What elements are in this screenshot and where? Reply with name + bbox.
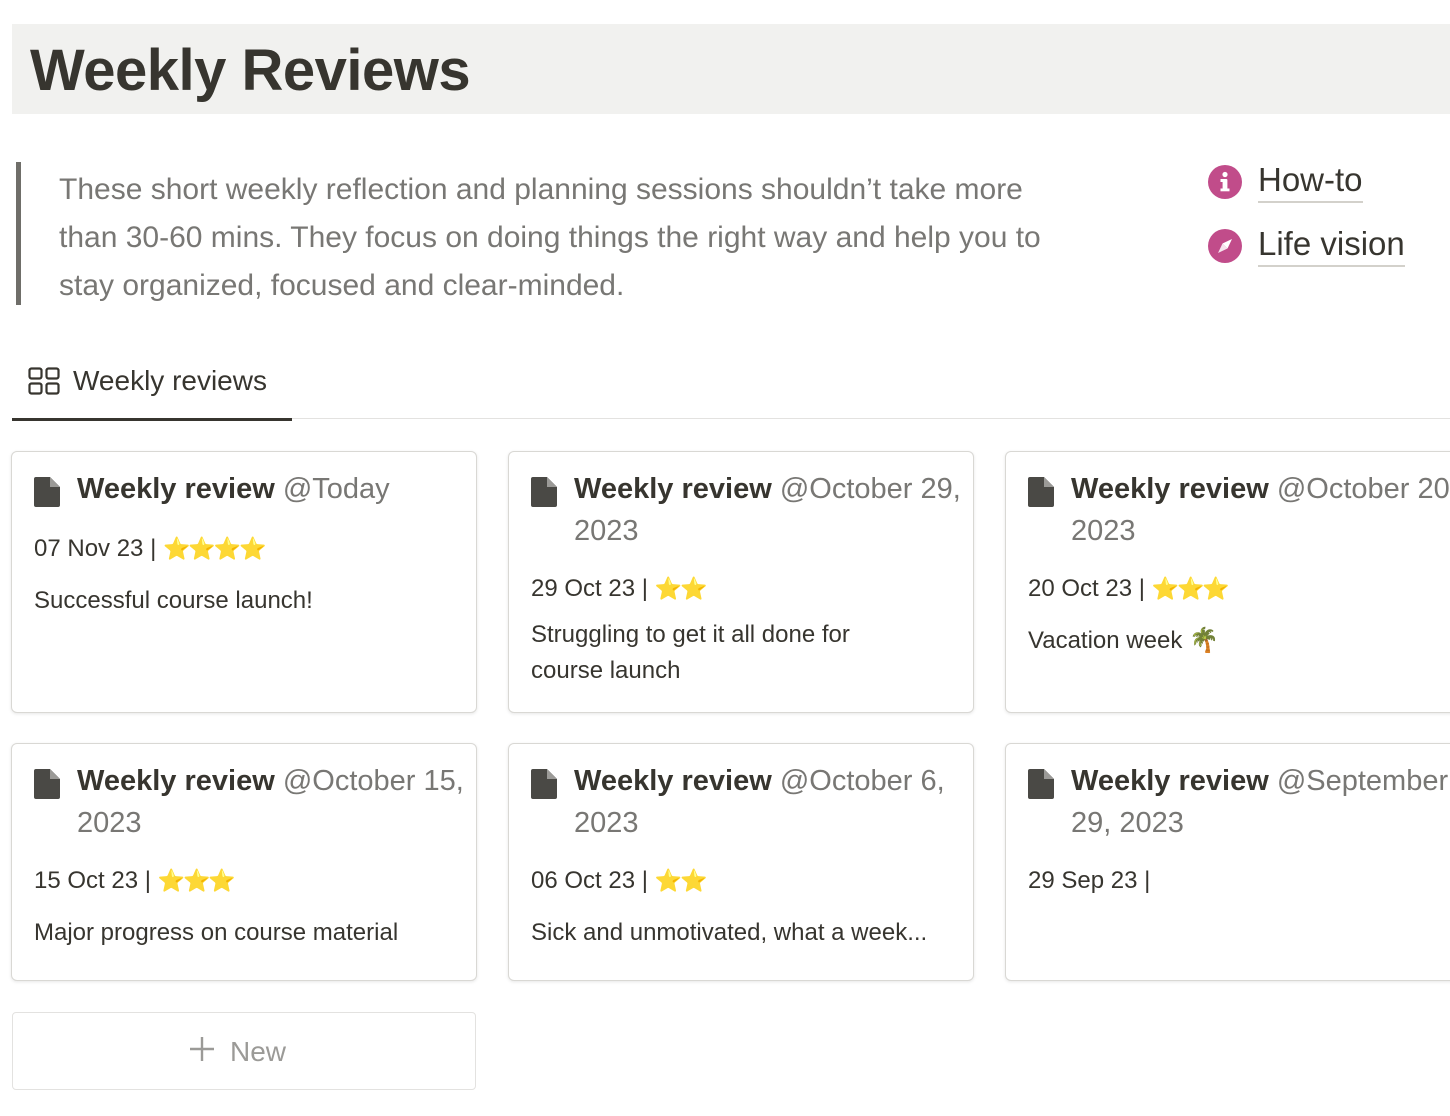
- gallery-card[interactable]: Weekly review @September 29, 2023 29 Sep…: [1005, 743, 1450, 981]
- card-title: Weekly review @October 20, 2023: [1071, 468, 1450, 552]
- card-title: Weekly review @October 15, 2023: [77, 760, 476, 844]
- card-title: Weekly review @October 29, 2023: [574, 468, 973, 552]
- card-description: Major progress on course material: [34, 919, 399, 946]
- card-title-text: Weekly review: [1071, 765, 1269, 797]
- description-text: These short weekly reflection and planni…: [59, 173, 1041, 302]
- card-title-text: Weekly review: [77, 765, 275, 797]
- page-title: Weekly Reviews: [30, 38, 471, 103]
- gallery-card[interactable]: Weekly review @October 29, 2023 29 Oct 2…: [508, 451, 974, 713]
- gallery-card[interactable]: Weekly review @October 15, 2023 15 Oct 2…: [11, 743, 477, 981]
- page-icon: [531, 769, 557, 799]
- card-date: 20 Oct 23 |: [1028, 575, 1145, 602]
- card-title: Weekly review @Today: [77, 468, 476, 510]
- link-life-vision[interactable]: Life vision: [1208, 222, 1448, 270]
- tab-weekly-reviews[interactable]: Weekly reviews: [12, 356, 292, 421]
- link-how-to[interactable]: How-to: [1208, 158, 1448, 206]
- link-how-to-label[interactable]: How-to: [1258, 160, 1363, 203]
- card-date: 15 Oct 23 |: [34, 867, 151, 894]
- card-description: Vacation week 🌴: [1028, 627, 1219, 654]
- card-description: Struggling to get it all done for course…: [531, 621, 850, 684]
- card-meta: 07 Nov 23 | ⭐⭐⭐⭐: [34, 532, 267, 566]
- card-title: Weekly review @September 29, 2023: [1071, 760, 1450, 844]
- gallery-card[interactable]: Weekly review @October 20, 2023 20 Oct 2…: [1005, 451, 1450, 713]
- link-life-vision-label[interactable]: Life vision: [1258, 224, 1405, 267]
- card-description: Sick and unmotivated, what a week...: [531, 919, 928, 946]
- card-meta: 29 Sep 23 |: [1028, 864, 1150, 898]
- card-title-text: Weekly review: [574, 765, 772, 797]
- card-title: Weekly review @October 6, 2023: [574, 760, 973, 844]
- card-title-text: Weekly review: [77, 473, 275, 505]
- card-meta: 29 Oct 23 | ⭐⭐: [531, 572, 708, 606]
- star-rating: ⭐⭐⭐: [1151, 576, 1230, 601]
- gallery-card[interactable]: Weekly review @October 6, 2023 06 Oct 23…: [508, 743, 974, 981]
- page-icon: [34, 477, 60, 507]
- card-date: 07 Nov 23 |: [34, 535, 157, 562]
- compass-icon: [1208, 229, 1242, 263]
- card-meta: 15 Oct 23 | ⭐⭐⭐: [34, 864, 236, 898]
- plus-icon: [190, 1037, 214, 1061]
- description-quote: These short weekly reflection and planni…: [16, 162, 1056, 305]
- card-date: 06 Oct 23 |: [531, 867, 648, 894]
- star-rating: ⭐⭐: [654, 576, 708, 601]
- star-rating: ⭐⭐⭐⭐: [162, 536, 267, 561]
- card-title-text: Weekly review: [574, 473, 772, 505]
- date-mention: @Today: [282, 473, 390, 505]
- star-rating: ⭐⭐: [654, 868, 708, 893]
- page-icon: [531, 477, 557, 507]
- new-card-button[interactable]: New: [12, 1012, 476, 1090]
- tab-label: Weekly reviews: [73, 365, 267, 396]
- gallery-icon: [28, 367, 60, 395]
- new-button-label: New: [230, 1036, 287, 1067]
- card-date: 29 Oct 23 |: [531, 575, 648, 602]
- info-icon: [1208, 165, 1242, 199]
- card-title-text: Weekly review: [1071, 473, 1269, 505]
- star-rating: ⭐⭐⭐: [157, 868, 236, 893]
- card-meta: 20 Oct 23 | ⭐⭐⭐: [1028, 572, 1230, 606]
- page-icon: [34, 769, 60, 799]
- page-icon: [1028, 769, 1054, 799]
- card-date: 29 Sep 23 |: [1028, 867, 1151, 894]
- page-icon: [1028, 477, 1054, 507]
- card-description: Successful course launch!: [34, 587, 313, 614]
- card-meta: 06 Oct 23 | ⭐⭐: [531, 864, 708, 898]
- gallery-card[interactable]: Weekly review @Today 07 Nov 23 | ⭐⭐⭐⭐ Su…: [11, 451, 477, 713]
